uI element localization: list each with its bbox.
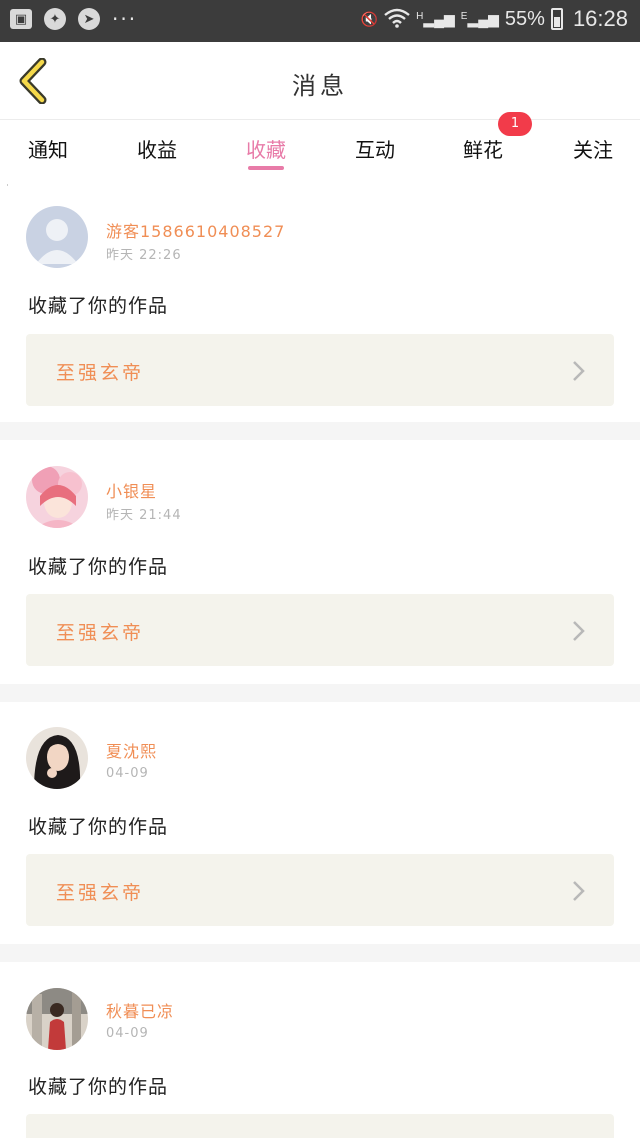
tab-flowers[interactable]: 鲜花 bbox=[443, 134, 523, 163]
message-time: 昨天 21:44 bbox=[106, 508, 182, 523]
page-title: 消息 bbox=[292, 72, 348, 100]
signal-e-icon: E▂▄▆ bbox=[460, 10, 499, 27]
user-name[interactable]: 秋暮已凉 bbox=[106, 998, 174, 1022]
default-avatar-icon bbox=[26, 206, 88, 268]
bulb-icon: ✦ bbox=[44, 8, 66, 30]
tab-favorites[interactable]: 收藏 bbox=[226, 134, 306, 163]
divider bbox=[0, 422, 640, 440]
list-item: 秋暮已凉 04-09 收藏了你的作品 bbox=[0, 962, 640, 1138]
tab-bar: 通知 收益 收藏 互动 鲜花 关注 bbox=[0, 120, 640, 184]
status-bar: ▣ ✦ ➤ ··· 🔇 H▂▄▆ E▂▄▆ 55% 16:28 bbox=[0, 0, 640, 42]
app-header: 消息 bbox=[0, 42, 640, 120]
mute-icon: 🔇 bbox=[360, 10, 379, 27]
user-name[interactable]: 夏沈熙 bbox=[106, 738, 157, 762]
list-item: 夏沈熙 04-09 收藏了你的作品 至强玄帝 bbox=[0, 702, 640, 945]
list-item: 游客15866104085​27 昨天 22:26 收藏了你的作品 至强玄帝 bbox=[0, 186, 640, 422]
photo-avatar-icon bbox=[26, 727, 88, 789]
battery-percent: 55% bbox=[504, 7, 545, 30]
more-notifications-icon: ··· bbox=[112, 7, 138, 31]
anime-girl-avatar-icon bbox=[26, 466, 88, 528]
user-name[interactable]: 游客15866104085​27 bbox=[106, 218, 285, 242]
signal-h-icon: H▂▄▆ bbox=[416, 10, 455, 27]
active-tab-indicator bbox=[248, 166, 284, 170]
avatar[interactable] bbox=[26, 988, 88, 1050]
message-text: 收藏了你的作品 bbox=[28, 1076, 169, 1098]
tab-earnings[interactable]: 收益 bbox=[117, 134, 197, 163]
divider bbox=[0, 684, 640, 702]
app-notification-icon: ➤ bbox=[78, 8, 100, 30]
message-text: 收藏了你的作品 bbox=[28, 816, 169, 838]
wifi-icon bbox=[384, 8, 410, 31]
tab-follows[interactable]: 关注 bbox=[553, 134, 633, 163]
divider bbox=[0, 944, 640, 962]
chevron-right-icon bbox=[573, 621, 585, 641]
clock: 16:28 bbox=[572, 6, 628, 31]
message-text: 收藏了你的作品 bbox=[28, 556, 169, 578]
chevron-right-icon bbox=[573, 361, 585, 381]
photo-avatar-icon bbox=[26, 988, 88, 1050]
avatar[interactable] bbox=[26, 466, 88, 528]
avatar[interactable] bbox=[26, 206, 88, 268]
message-time: 04-09 bbox=[106, 1026, 149, 1041]
tab-interactions[interactable]: 互动 bbox=[335, 134, 415, 163]
work-title: 至强玄帝 bbox=[56, 362, 145, 384]
work-title: 至强玄帝 bbox=[56, 882, 145, 904]
work-link[interactable]: 至强玄帝 bbox=[26, 594, 614, 666]
avatar[interactable] bbox=[26, 727, 88, 789]
work-link[interactable] bbox=[26, 1114, 614, 1138]
message-time: 昨天 22:26 bbox=[106, 248, 182, 263]
work-link[interactable]: 至强玄帝 bbox=[26, 854, 614, 926]
gallery-icon: ▣ bbox=[10, 9, 32, 29]
message-time: 04-09 bbox=[106, 766, 149, 781]
tab-notifications[interactable]: 通知 bbox=[8, 134, 88, 163]
user-name[interactable]: 小银星 bbox=[106, 478, 157, 502]
work-title: 至强玄帝 bbox=[56, 622, 145, 644]
chevron-right-icon bbox=[573, 881, 585, 901]
battery-icon bbox=[550, 8, 563, 30]
flowers-unread-badge: 1 bbox=[498, 112, 532, 136]
work-link[interactable]: 至强玄帝 bbox=[26, 334, 614, 406]
list-item: 小银星 昨天 21:44 收藏了你的作品 至强玄帝 bbox=[0, 440, 640, 685]
message-text: 收藏了你的作品 bbox=[28, 295, 169, 317]
